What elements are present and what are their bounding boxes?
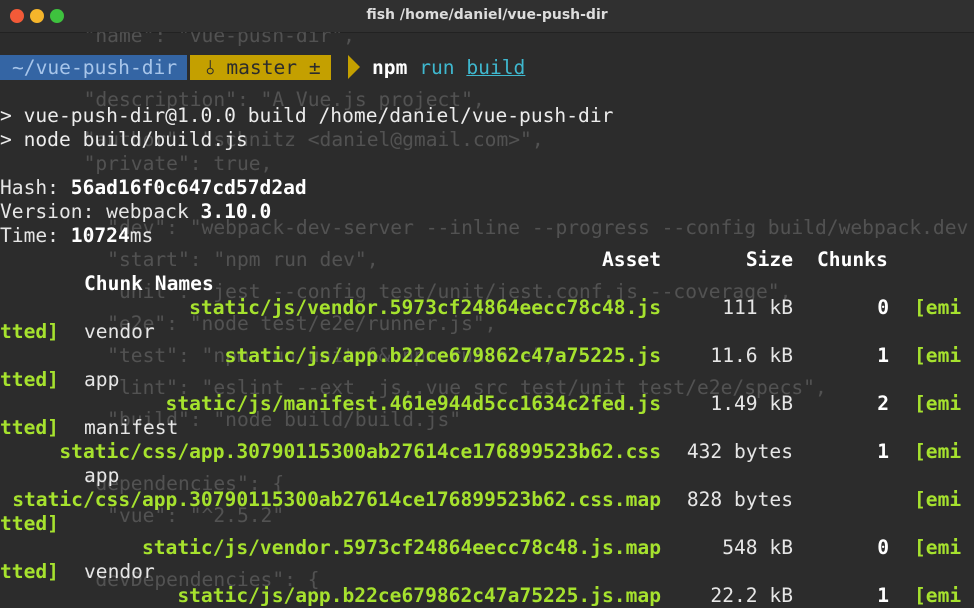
emitted-flag: tted] [0,368,59,391]
bg-code-line: "private": true, [60,152,273,175]
npm-script-line: > vue-push-dir@1.0.0 build /home/daniel/… [0,104,614,127]
prompt-separator-icon [348,55,360,79]
command-name: npm [372,56,408,79]
header-chunks: Chunks [817,248,888,271]
asset-name: static/css/app.30790115300ab27614ce17689… [12,488,661,511]
prompt-git-branch: master ± [226,56,321,79]
emitted-flag: [emi [914,392,962,415]
window-title: fish /home/daniel/vue-push-dir [366,7,608,23]
asset-size: 548 kB [722,536,793,559]
asset-size: 432 bytes [686,440,793,463]
time-unit: ms [129,224,154,247]
asset-name: static/js/manifest.461e944d5cc1634c2fed.… [165,392,661,415]
prompt-git-segment: ⫰ master ± [190,55,331,80]
asset-name: static/js/vendor.5973cf24864eecc78c48.js… [141,536,661,559]
chunk-name: vendor [84,320,155,343]
chunk-name: vendor [84,560,155,583]
emitted-flag: tted] [0,416,59,439]
version-label: Version: webpack [0,200,201,223]
hash-value: 56ad16f0c647cd57d2ad [70,176,307,199]
header-chunk-names: Chunk Names [84,272,214,295]
asset-size: 111 kB [722,296,793,319]
asset-chunk: 1 [877,440,889,463]
command-argument: build [466,56,526,79]
asset-size: 828 bytes [686,488,793,511]
asset-chunk: 0 [877,296,889,319]
chunk-name: app [84,464,120,487]
terminal-area[interactable]: "name": "vue-push-dir", "description": "… [0,32,974,608]
asset-chunk: 1 [877,344,889,367]
time-line: Time: 10724ms [0,224,153,248]
emitted-flag: [emi [914,440,962,463]
emitted-flag: [emi [914,584,962,607]
header-asset: Asset [602,248,661,271]
header-size: Size [745,248,793,271]
version-line: Version: webpack 3.10.0 [0,200,271,224]
asset-chunk: 0 [877,536,889,559]
emitted-flag: [emi [914,536,962,559]
prompt-command: npm run build [372,55,525,80]
asset-size: 22.2 kB [710,584,793,607]
title-bar: fish /home/daniel/vue-push-dir [0,0,974,33]
asset-chunk: 1 [877,584,889,607]
bg-code-line: "start": "npm run dev", [60,248,379,271]
hash-label: Hash: [0,176,71,199]
asset-chunk: 2 [877,392,889,415]
bg-code-line: "name": "vue-push-dir", [60,32,355,47]
version-value: 3.10.0 [200,200,272,223]
emitted-flag: [emi [914,488,962,511]
time-value: 10724 [70,224,130,247]
branch-icon: ⫰ [206,56,215,79]
command-subcommand: run [419,56,455,79]
asset-name: static/js/app.b22ce679862c47a75225.js.ma… [177,584,661,607]
asset-name: static/js/vendor.5973cf24864eecc78c48.js [189,296,661,319]
hash-line: Hash: 56ad16f0c647cd57d2ad [0,176,307,200]
emitted-flag: tted] [0,512,59,535]
chunk-name: app [84,368,120,391]
chunk-name: manifest [84,416,179,439]
asset-name: static/css/app.30790115300ab27614ce17689… [59,440,661,463]
emitted-flag: tted] [0,320,59,343]
asset-size: 11.6 kB [710,344,793,367]
emitted-flag: [emi [914,296,962,319]
emitted-flag: tted] [0,560,59,583]
time-label: Time: [0,224,71,247]
emitted-flag: [emi [914,344,962,367]
npm-script-line: > node build/build.js [0,128,248,151]
prompt-directory-segment: ~/vue-push-dir [0,55,188,80]
asset-name: static/js/app.b22ce679862c47a75225.js [224,344,661,367]
asset-size: 1.49 kB [710,392,793,415]
